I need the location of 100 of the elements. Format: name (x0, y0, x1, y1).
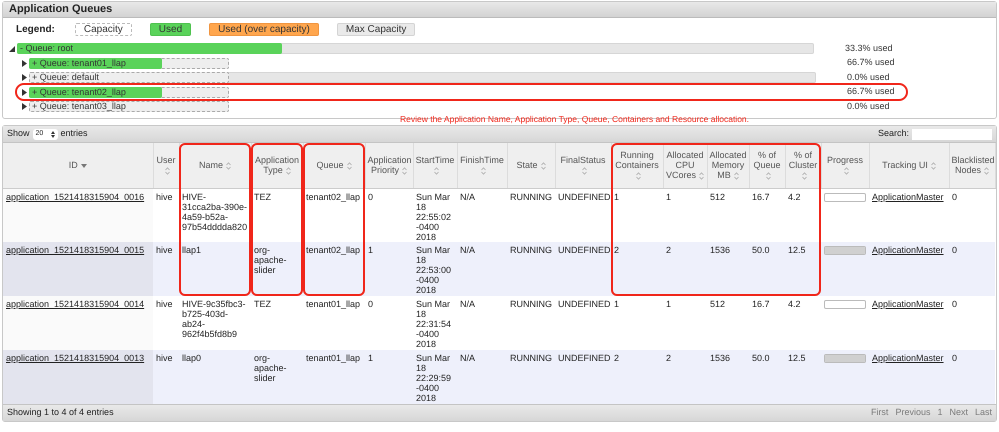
table-cell-text: hive (156, 245, 174, 255)
application-id-link[interactable]: application_1521418315904_0015 (6, 245, 144, 255)
table-cell: RUNNING (510, 299, 552, 309)
application-id-link[interactable]: application_1521418315904_0013 (6, 353, 144, 363)
legend-item: Used (150, 22, 192, 36)
table-info: Showing 1 to 4 of 4 entries (7, 406, 114, 420)
table-cell-text: 2 (614, 245, 620, 255)
column-header[interactable]: ID (3, 143, 153, 188)
table-cell-text: Sun Mar 18 22:31:54 -0400 2018 (416, 299, 452, 349)
table-cell-text: 1 (614, 192, 620, 202)
table-cell-text: 16.7 (752, 192, 771, 202)
table-cell-text: hive (156, 192, 174, 202)
used-percent: 66.7% used (847, 85, 895, 98)
table-cell-text: N/A (460, 353, 476, 363)
table-cell: RUNNING (510, 192, 552, 202)
table-cell-text: org-apache-slider (254, 353, 288, 383)
used-percent: 0.0% used (847, 70, 890, 84)
panel-title: Application Queues (9, 2, 112, 18)
column-header[interactable]: Application Priority (365, 143, 413, 188)
legend-item: Capacity (74, 22, 132, 36)
table-cell-text: tenant01_llap (306, 299, 362, 309)
table-cell-text: 1 (368, 353, 374, 363)
column-header[interactable]: Blacklisted Nodes (949, 143, 995, 188)
table-cell-text: 512 (710, 192, 726, 202)
column-header[interactable]: StartTime (413, 143, 457, 188)
select-arrows-icon (50, 130, 55, 138)
collapsed-triangle-icon[interactable] (22, 74, 27, 81)
queue-bar[interactable]: + Queue: default (29, 72, 816, 83)
annotation-note: Review the Application Name, Application Type, Queue, Containers and Resource allocation. (400, 112, 750, 126)
table-cell-text: 4.2 (788, 192, 802, 202)
legend-label: Legend: (16, 22, 55, 36)
table-cell-text: 0 (952, 192, 958, 202)
table-cell-text: HIVE-9c35fbc3-b725-403d-ab24-962f4b5fd8b9 (182, 299, 247, 339)
column-header[interactable]: Running Containers (611, 143, 663, 188)
table-cell-text: 1 (614, 299, 620, 309)
used-percent: 0.0% used (847, 100, 890, 113)
column-header[interactable]: Queue (303, 143, 365, 188)
table-cell-text: org-apache-slider (254, 245, 288, 275)
column-header[interactable]: Allocated CPU VCores (663, 143, 707, 188)
table-cell-text: 12.5 (788, 245, 807, 255)
table-cell-text: 4.2 (788, 299, 802, 309)
collapsed-triangle-icon[interactable] (22, 103, 27, 110)
table-cell-text: llap1 (182, 245, 202, 255)
legend-item: Max Capacity (336, 22, 416, 36)
table-cell-text: 50.0 (752, 245, 771, 255)
table-cell-text: N/A (460, 299, 476, 309)
table-cell-text: Sun Mar 18 22:55:02 -0400 2018 (416, 192, 452, 242)
collapsed-triangle-icon[interactable] (22, 88, 27, 96)
table-cell-text: TEZ (254, 299, 272, 309)
table-cell-text: 1536 (710, 353, 732, 363)
table-cell-text: hive (156, 353, 174, 363)
entries-label: entries (60, 127, 88, 140)
table-cell-text: 0 (952, 299, 958, 309)
table-cell-text: N/A (460, 245, 476, 255)
column-header[interactable]: State (507, 143, 555, 188)
column-header[interactable]: % of Queue (749, 143, 785, 188)
table-cell: UNDEFINED (558, 299, 608, 309)
table-cell-text: 0 (368, 192, 374, 202)
table-cell-text: 16.7 (752, 299, 771, 309)
queue-bar[interactable]: - Queue: root (17, 43, 814, 54)
tracking-link[interactable]: ApplicationMaster (872, 245, 944, 255)
table-cell-text: N/A (460, 192, 476, 202)
tracking-link[interactable]: ApplicationMaster (872, 353, 944, 363)
application-id-link[interactable]: application_1521418315904_0014 (6, 299, 144, 309)
table-cell: UNDEFINED (558, 353, 608, 363)
queue-bar[interactable]: + Queue: tenant03_llap (29, 101, 816, 112)
expanded-triangle-icon[interactable] (9, 46, 15, 52)
table-cell-text: 0 (952, 245, 958, 255)
used-percent: 66.7% used (847, 56, 895, 70)
table-cell: UNDEFINED (558, 192, 608, 202)
search-field[interactable] (912, 128, 992, 140)
table-cell-text: 0 (952, 353, 958, 363)
table-cell-text: 50.0 (752, 353, 771, 363)
column-header[interactable]: Progress (821, 143, 869, 188)
table-cell: RUNNING (510, 245, 552, 255)
collapsed-triangle-icon[interactable] (22, 60, 27, 66)
table-cell-text: 12.5 (788, 353, 807, 363)
table-cell: HIVE-31cca2ba-390e-4a59-b52a-97b54dddda820 (182, 192, 248, 232)
table-cell-text: Sun Mar 18 22:29:59 -0400 2018 (416, 353, 452, 403)
table-cell-text: tenant02_llap (306, 245, 362, 255)
table-cell-text: hive (156, 299, 174, 309)
column-header[interactable]: FinishTime (457, 143, 507, 188)
table-cell-text: 2 (666, 245, 672, 255)
table-cell-text: 2 (614, 353, 620, 363)
tracking-link[interactable]: ApplicationMaster (872, 192, 944, 202)
queue-bar[interactable]: + Queue: tenant01_llap (29, 58, 816, 68)
table-cell-text: tenant02_llap (306, 192, 362, 202)
column-header[interactable]: User (153, 143, 179, 188)
search-label: Search: (878, 127, 909, 140)
column-header[interactable]: FinalStatus (555, 143, 611, 188)
application-id-link[interactable]: application_1521418315904_0016 (6, 192, 144, 202)
legend-item: Used (over capacity) (209, 22, 319, 36)
table-cell-text: 1 (666, 299, 672, 309)
table-cell-text: 1 (666, 192, 672, 202)
column-header[interactable]: Name (179, 143, 251, 188)
tracking-link[interactable]: ApplicationMaster (872, 299, 944, 309)
column-header[interactable]: Tracking UI (869, 143, 949, 188)
column-header[interactable]: Allocated Memory MB (707, 143, 749, 188)
queue-bar[interactable]: + Queue: tenant02_llap (29, 86, 816, 98)
table-cell: UNDEFINED (558, 245, 608, 255)
